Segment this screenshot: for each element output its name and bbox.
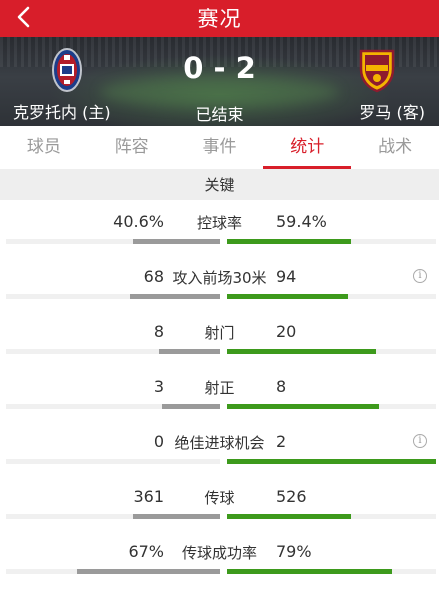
away-team-name[interactable]: 罗马 (客) <box>359 99 425 123</box>
home-stat-bar <box>76 569 220 574</box>
stat-label: 射正 <box>204 379 235 397</box>
stat-row-shots-on-target: 3 射正 8 <box>0 365 439 420</box>
tab-tactics[interactable]: 战术 <box>351 126 439 169</box>
away-stat-bar <box>227 239 352 244</box>
stat-label: 传球成功率 <box>181 544 257 562</box>
away-stat-value: 94 <box>276 267 297 286</box>
tab-bar: 球员 阵容 事件 统计 战术 <box>0 126 439 170</box>
top-bar: 赛况 <box>0 0 439 37</box>
stat-row-pass-accuracy: 67% 传球成功率 79% <box>0 530 439 585</box>
away-stat-bar-track <box>227 349 436 354</box>
tab-stats[interactable]: 统计 <box>263 126 351 169</box>
home-stat-bar-track <box>6 294 220 299</box>
home-stat-bar-track <box>6 459 220 464</box>
away-stat-bar <box>227 294 349 299</box>
info-icon[interactable]: i <box>413 269 427 283</box>
away-stat-value: 2 <box>276 432 287 451</box>
tab-players[interactable]: 球员 <box>0 126 88 169</box>
page-title: 赛况 <box>197 7 242 31</box>
away-stat-bar <box>227 349 377 354</box>
stat-label: 控球率 <box>196 214 242 232</box>
stat-row-shots: 8 射门 20 <box>0 310 439 365</box>
stat-row-final-third-entries: 68 攻入前场30米 94 i <box>0 255 439 310</box>
away-stat-value: 59.4% <box>276 212 327 231</box>
roma-crest-icon[interactable] <box>357 47 397 93</box>
away-stat-value: 8 <box>276 377 287 396</box>
away-stat-bar-track <box>227 569 436 574</box>
section-header-key: 关键 <box>0 170 439 200</box>
home-stat-bar-track <box>6 404 220 409</box>
match-banner: 克罗托内 (主) 0 - 2 已结束 罗马 (客) <box>0 37 439 126</box>
home-stat-bar-track <box>6 239 220 244</box>
away-stat-bar-track <box>227 239 436 244</box>
home-stat-bar <box>130 294 220 299</box>
home-stat-bar-track <box>6 349 220 354</box>
away-stat-value: 20 <box>276 322 297 341</box>
away-stat-value: 79% <box>276 542 312 561</box>
stat-label: 射门 <box>204 324 235 342</box>
home-stat-bar <box>133 239 220 244</box>
stat-row-big-chances: 0 绝佳进球机会 2 i <box>0 420 439 475</box>
home-stat-bar <box>158 349 220 354</box>
stat-label: 传球 <box>204 489 235 507</box>
home-stat-bar-track <box>6 514 220 519</box>
home-stat-bar <box>132 514 220 519</box>
stat-label: 攻入前场30米 <box>172 269 267 287</box>
tab-lineup[interactable]: 阵容 <box>88 126 176 169</box>
away-stat-bar <box>227 514 351 519</box>
away-stat-bar <box>227 404 379 409</box>
stat-row-passes: 361 传球 526 <box>0 475 439 530</box>
stat-row-possession: 40.6% 控球率 59.4% <box>0 200 439 255</box>
away-stat-bar-track <box>227 459 436 464</box>
away-stat-bar-track <box>227 294 436 299</box>
home-stat-bar <box>161 404 220 409</box>
home-stat-bar-track <box>6 569 220 574</box>
away-stat-bar-track <box>227 404 436 409</box>
away-stat-value: 526 <box>276 487 307 506</box>
away-stat-bar <box>227 459 436 464</box>
away-stat-bar <box>227 569 393 574</box>
stat-label: 绝佳进球机会 <box>174 434 265 452</box>
away-stat-bar-track <box>227 514 436 519</box>
info-icon[interactable]: i <box>413 434 427 448</box>
tab-events[interactable]: 事件 <box>176 126 264 169</box>
